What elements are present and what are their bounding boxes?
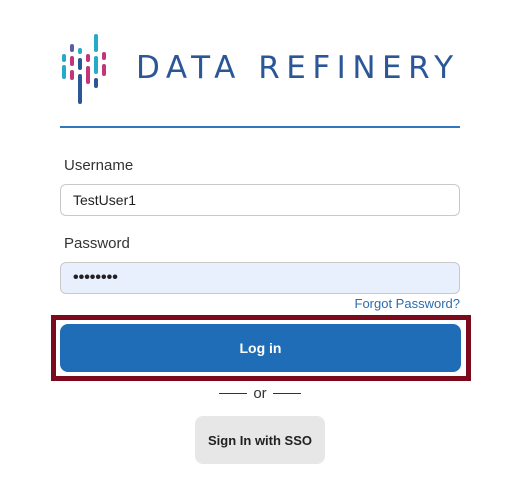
logo-mark-icon — [62, 34, 106, 104]
separator-line-left — [219, 393, 248, 394]
separator-text: or — [253, 385, 267, 402]
username-label: Username — [64, 157, 134, 174]
login-button[interactable]: Log in — [60, 324, 461, 372]
password-label: Password — [64, 235, 130, 252]
password-input[interactable]: •••••••• — [60, 262, 460, 294]
password-value: •••••••• — [73, 269, 118, 286]
login-page: DATA REFINERY Username TestUser1 Passwor… — [0, 0, 532, 487]
or-separator: or — [0, 385, 520, 402]
header-divider — [60, 126, 460, 128]
forgot-password-link[interactable]: Forgot Password? — [355, 296, 461, 311]
brand-name: DATA REFINERY — [136, 50, 460, 86]
brand-logo: DATA REFINERY — [60, 32, 460, 108]
sso-sign-in-button[interactable]: Sign In with SSO — [195, 416, 325, 464]
username-value: TestUser1 — [73, 192, 137, 208]
username-input[interactable]: TestUser1 — [60, 184, 460, 216]
separator-line-right — [272, 393, 301, 394]
